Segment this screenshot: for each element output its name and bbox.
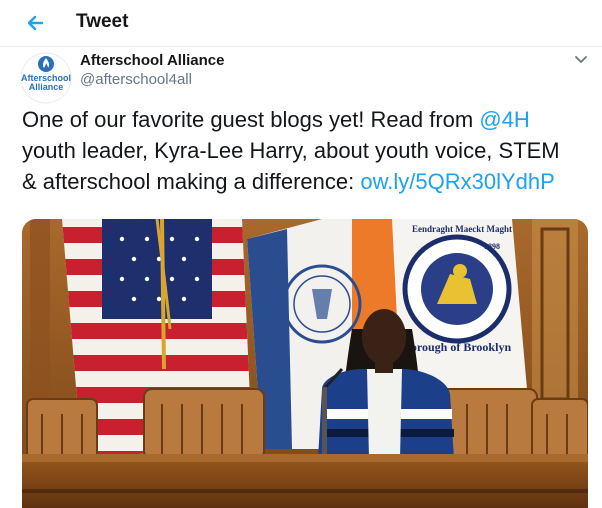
tweet-text-line1: One of our favorite guest blogs yet! Rea…	[22, 107, 480, 132]
author-name[interactable]: Afterschool Alliance	[80, 52, 224, 69]
seal-year: 1898	[484, 242, 500, 251]
tweet-text: One of our favorite guest blogs yet! Rea…	[22, 104, 592, 197]
chevron-down-icon	[575, 56, 587, 63]
avatar-text-line2: Alliance	[29, 82, 64, 92]
back-button[interactable]	[22, 10, 50, 36]
page-title: Tweet	[76, 11, 129, 32]
avatar[interactable]: Afterschool Alliance	[20, 52, 72, 104]
arrow-left-icon	[27, 15, 44, 31]
dais	[22, 454, 588, 508]
tweet-header: Tweet	[0, 0, 602, 47]
afterschool-alliance-logo: Afterschool Alliance	[20, 52, 72, 104]
seal-text-top: Eendraght Maeckt Maght	[412, 224, 512, 234]
photo-scene: Borough of Brooklyn Eendraght Maeckt Mag…	[22, 219, 588, 508]
url-link[interactable]: ow.ly/5QRx30lYdhP	[360, 169, 554, 194]
tweet-text-line3: & afterschool making a difference:	[22, 169, 361, 194]
author-handle[interactable]: @afterschool4all	[80, 71, 192, 88]
tweet-text-line2: youth leader, Kyra-Lee Harry, about yout…	[22, 138, 560, 163]
seal-text-bottom: Borough of Brooklyn	[403, 340, 512, 354]
tweet-photo[interactable]: Borough of Brooklyn Eendraght Maeckt Mag…	[22, 219, 588, 508]
mention-link[interactable]: @4H	[479, 107, 529, 132]
more-options-button[interactable]	[571, 52, 591, 68]
